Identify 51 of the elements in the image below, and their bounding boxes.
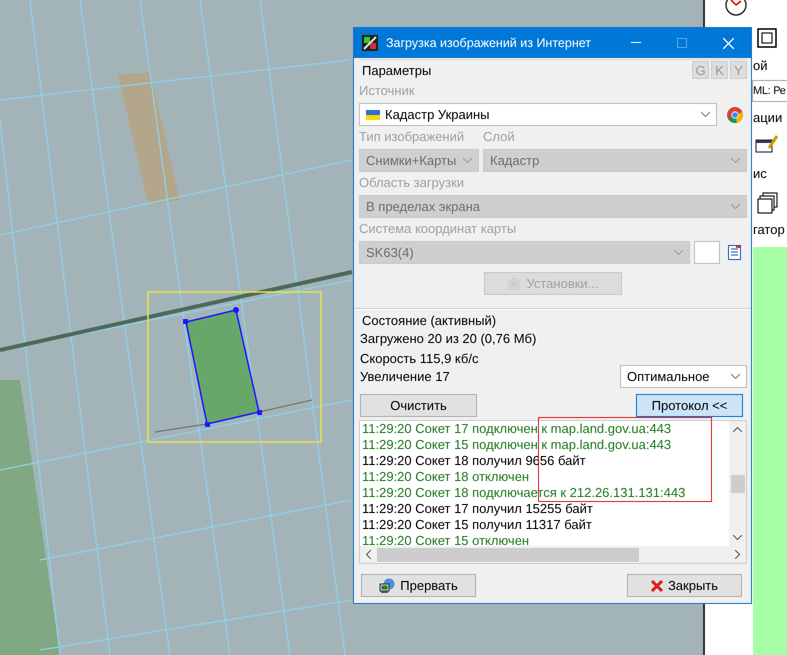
log-entry: 11:29:20 Сокет 18 отключен [362, 469, 530, 485]
clear-button[interactable]: Очистить [360, 394, 477, 417]
source-dropdown[interactable]: Кадастр Украины [359, 103, 717, 126]
log-entry: 11:29:20 Сокет 17 подключен к map.land.gov.ua:443 [362, 421, 672, 437]
scroll-thumb[interactable] [377, 548, 639, 562]
panel-label: гатор [753, 222, 785, 237]
field-label: Источник [359, 83, 416, 99]
chevron-icon [731, 374, 740, 379]
vertical-scrollbar[interactable] [729, 421, 746, 546]
stacked-pages-icon[interactable] [757, 192, 779, 214]
input-field[interactable] [694, 241, 720, 264]
close-dialog-button[interactable]: Закрыть [627, 574, 742, 597]
field-label: Тип изображений [359, 129, 466, 145]
document-icon[interactable] [728, 245, 741, 260]
status-text: Загружено 20 из 20 (0,76 Мб) [360, 330, 538, 348]
group-label: ис [753, 166, 767, 181]
chevron-icon [731, 204, 740, 209]
computer-globe-icon [379, 578, 396, 594]
abort-button[interactable]: Прервать [361, 574, 476, 597]
close-icon [722, 38, 734, 48]
status-text: Скорость 115,9 кб/с [360, 350, 480, 368]
chevron-icon [463, 158, 472, 163]
field-label: Слой [483, 129, 515, 145]
chevron-icon [674, 250, 683, 255]
protocol-button[interactable]: Протокол << [636, 394, 743, 417]
group-label: ации [753, 110, 782, 125]
zoom-mode-dropdown[interactable]: Оптимальное [620, 365, 747, 388]
log-entry: 11:29:20 Сокет 15 получил 11317 байт [362, 517, 593, 533]
browser-icon[interactable] [727, 106, 743, 122]
app-icon [362, 35, 378, 51]
log-entry: 11:29:20 Сокет 15 отключен [362, 533, 530, 549]
group-title: Состояние (активный) [362, 312, 498, 329]
field-label: Система координат карты [359, 221, 518, 237]
table-pencil-icon[interactable] [755, 134, 779, 154]
log-entry: 11:29:20 Сокет 15 подключен к map.land.gov.ua:443 [362, 437, 672, 453]
clock-icon[interactable] [723, 0, 749, 16]
maximize-icon [677, 38, 687, 48]
chevron-icon [731, 158, 740, 163]
frame-icon[interactable] [757, 28, 777, 48]
scroll-thumb[interactable] [730, 474, 744, 492]
flag-icon [366, 110, 380, 120]
group-label: ой [753, 58, 768, 73]
window-title: Загрузка изображений из Интернет [386, 36, 592, 50]
group-title: Параметры [362, 62, 432, 78]
horizontal-scrollbar[interactable] [360, 546, 746, 563]
minimize-icon [631, 42, 641, 44]
chevron-icon [701, 112, 710, 117]
log-entry: 11:29:20 Сокет 17 получил 15255 байт [362, 501, 594, 517]
field-label: Область загрузки [359, 175, 466, 191]
cross-icon [650, 580, 663, 592]
status-text: Увеличение 17 [360, 368, 451, 386]
